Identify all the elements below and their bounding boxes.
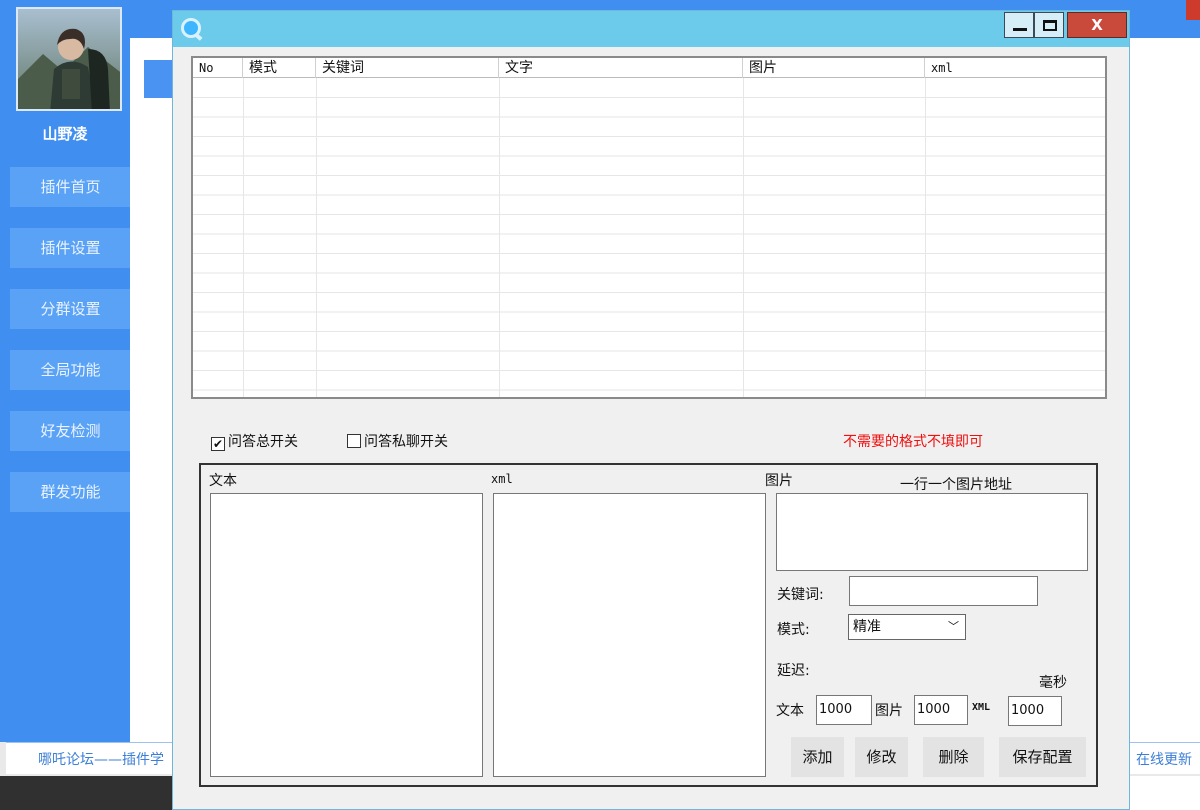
background-close-button[interactable]: [1186, 0, 1200, 20]
keyword-input[interactable]: [849, 576, 1038, 606]
nav-item-plugin-settings[interactable]: 插件设置: [10, 228, 131, 268]
edit-button[interactable]: 修改: [855, 737, 908, 777]
mode-label: 模式:: [777, 622, 810, 638]
table-gridlines: [193, 78, 1105, 397]
table-header: No 模式 关键词 文字 图片 xml: [193, 58, 1105, 78]
nav-item-plugin-home[interactable]: 插件首页: [10, 167, 131, 207]
text-label: 文本: [209, 473, 237, 489]
chevron-down-icon: ﹀: [948, 620, 959, 633]
mode-select-value: 精准: [853, 619, 881, 635]
qa-config-window: X No 模式 关键词 文字 图片 xml ✔问答总开关 问答私聊开关 不需要: [172, 10, 1130, 810]
checkbox-checked-icon: ✔: [211, 437, 225, 451]
delay-xml-label: XML: [972, 702, 991, 713]
column-header-keyword[interactable]: 关键词: [316, 58, 499, 78]
nav-item-friend-check[interactable]: 好友检测: [10, 411, 131, 451]
minimize-button[interactable]: [1004, 12, 1034, 38]
save-config-button[interactable]: 保存配置: [999, 737, 1086, 777]
column-header-text[interactable]: 文字: [499, 58, 743, 78]
close-button[interactable]: X: [1067, 12, 1127, 38]
reply-xml-input[interactable]: [493, 493, 766, 777]
column-header-mode[interactable]: 模式: [243, 58, 316, 78]
qa-master-switch-label: 问答总开关: [228, 434, 298, 450]
background-content-block: [144, 60, 174, 98]
delete-button[interactable]: 删除: [923, 737, 984, 777]
delay-text-label: 文本: [776, 703, 804, 719]
qa-private-switch-label: 问答私聊开关: [364, 434, 448, 450]
delay-unit-label: 毫秒: [1039, 675, 1067, 691]
delay-label: 延迟:: [777, 663, 810, 679]
avatar-image: [18, 9, 120, 109]
qa-rules-table[interactable]: No 模式 关键词 文字 图片 xml: [191, 56, 1107, 399]
nav-item-group-settings[interactable]: 分群设置: [10, 289, 131, 329]
reply-text-input[interactable]: [210, 493, 483, 777]
delay-image-label: 图片: [875, 703, 903, 719]
sidebar: 山野凌 插件首页 插件设置 分群设置 全局功能 好友检测 群发功能: [0, 0, 131, 742]
maximize-icon: [1043, 20, 1057, 31]
minimize-icon: [1013, 28, 1027, 31]
app-logo-icon: [181, 18, 201, 38]
window-titlebar[interactable]: X: [173, 11, 1129, 47]
image-label: 图片: [765, 473, 793, 489]
keyword-label: 关键词:: [777, 587, 824, 603]
delay-text-input[interactable]: 1000: [816, 695, 872, 725]
taskbar-tray: [1130, 776, 1200, 810]
mode-select[interactable]: 精准 ﹀: [848, 614, 966, 640]
add-button[interactable]: 添加: [791, 737, 844, 777]
online-update-link[interactable]: 在线更新: [1136, 749, 1192, 769]
username-label: 山野凌: [42, 125, 88, 143]
nav-item-global-functions[interactable]: 全局功能: [10, 350, 131, 390]
column-header-xml[interactable]: xml: [925, 58, 1105, 78]
qa-master-switch-checkbox[interactable]: ✔ 问答总开关: [211, 431, 298, 451]
format-hint: 不需要的格式不填即可: [843, 434, 983, 450]
image-hint: 一行一个图片地址: [900, 477, 1012, 493]
delay-image-input[interactable]: 1000: [914, 695, 968, 725]
footer-forum-link[interactable]: 哪吒论坛——插件学: [38, 749, 164, 769]
qa-private-switch-checkbox[interactable]: 问答私聊开关: [347, 431, 448, 451]
avatar: [16, 7, 122, 111]
checkbox-unchecked-icon: [347, 434, 361, 448]
maximize-button[interactable]: [1034, 12, 1064, 38]
column-header-image[interactable]: 图片: [743, 58, 925, 78]
xml-label: xml: [491, 472, 513, 486]
delay-xml-input[interactable]: 1000: [1008, 696, 1062, 726]
nav-item-mass-send[interactable]: 群发功能: [10, 472, 131, 512]
image-urls-input[interactable]: [776, 493, 1088, 571]
column-header-no[interactable]: No: [193, 58, 243, 78]
